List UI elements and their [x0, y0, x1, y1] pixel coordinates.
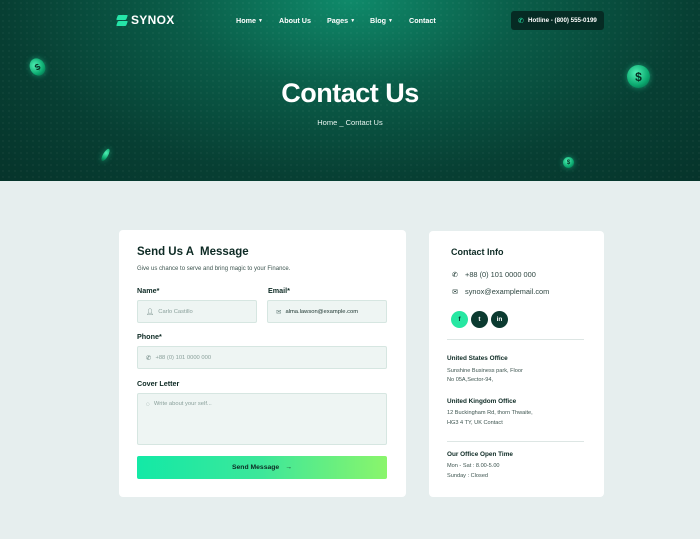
chevron-down-icon: ▼ [350, 18, 356, 24]
nav-item-contact[interactable]: Contact [409, 16, 436, 25]
phone-icon: ✆ [146, 354, 152, 362]
uk-office-line: 12 Buckingham Rd, thorn Thwaite, [447, 410, 533, 416]
name-placeholder: Carlo Castillo [158, 308, 193, 315]
email-label: Email* [268, 286, 290, 295]
cover-letter-textarea[interactable]: ◌ Write about your self... [137, 393, 387, 445]
coin-decoration: $ [563, 157, 574, 168]
phone-icon: ✆ [518, 17, 525, 25]
form-title: Send Us A Message [137, 246, 249, 258]
office-hours-title: Our Office Open Time [447, 451, 513, 458]
nav-label: About Us [279, 16, 311, 25]
send-label: Send Message [231, 464, 280, 471]
contact-info-card: Contact Info ✆ +88 (0) 101 0000 000 ✉ sy… [429, 231, 604, 497]
contact-info-title: Contact Info [451, 247, 504, 257]
linkedin-icon[interactable]: in [491, 311, 508, 328]
facebook-icon[interactable]: f [451, 311, 468, 328]
nav-item-blog[interactable]: Blog ▼ [370, 16, 393, 25]
contact-email-text: synox@examplemail.com [465, 287, 550, 296]
us-office-line: Sunshine Business park, Floor [447, 368, 523, 374]
phone-icon: ✆ [452, 271, 458, 279]
nav-label: Contact [409, 16, 436, 25]
contact-email[interactable]: ✉ synox@examplemail.com [451, 287, 549, 296]
hotline-button[interactable]: ✆ Hotline - (800) 555-0199 [511, 11, 604, 30]
chevron-down-icon: ▼ [387, 18, 393, 24]
coin-decoration [99, 147, 112, 163]
top-nav: SYNOX Home ▼ About Us Pages ▼ Blog ▼ Contac… [0, 0, 700, 40]
chevron-down-icon: ▼ [257, 18, 263, 24]
coin-decoration: $ [26, 55, 49, 79]
form-subtitle: Give us chance to serve and bring magic … [137, 266, 291, 272]
hero-banner: $ $ $ SYNOX Home ▼ About Us Pages ▼ Blog ▼ … [0, 0, 700, 181]
us-office-title: United States Office [447, 355, 508, 362]
phone-placeholder: +88 (0) 101 0000 000 [155, 354, 212, 361]
office-hours-line: Sunday : Closed [447, 473, 489, 479]
nav-label: Home [236, 16, 256, 25]
chat-icon: ◌ [146, 401, 150, 408]
nav-label: Blog [370, 16, 386, 25]
breadcrumb: Home _ Contact Us [317, 118, 383, 127]
contact-phone[interactable]: ✆ +88 (0) 101 0000 000 [451, 270, 536, 279]
mail-icon: ✉ [452, 288, 458, 296]
send-message-button[interactable]: Send Message → [137, 456, 387, 479]
phone-field[interactable]: ✆ +88 (0) 101 0000 000 [137, 346, 387, 369]
contact-phone-text: +88 (0) 101 0000 000 [465, 270, 536, 279]
nav-item-pages[interactable]: Pages ▼ [327, 16, 355, 25]
page-title: Contact Us [281, 78, 419, 108]
nav-label: Pages [327, 16, 349, 25]
email-field[interactable]: ✉ alma.lawson@example.com [267, 300, 387, 323]
hotline-label: Hotline - (800) 555-0199 [528, 17, 597, 24]
user-icon: 👤︎ [146, 308, 155, 316]
nav-item-home[interactable]: Home ▼ [236, 16, 263, 25]
mail-icon: ✉ [276, 308, 282, 316]
name-field[interactable]: 👤︎ Carlo Castillo [137, 300, 257, 323]
divider [447, 441, 584, 442]
us-office-line: No 05A,Sector-94, [447, 377, 494, 383]
uk-office-title: United Kingdom Office [447, 398, 517, 405]
email-value: alma.lawson@example.com [285, 308, 359, 315]
arrow-right-icon: → [285, 464, 293, 471]
message-form-card: Send Us A Message Give us chance to serv… [119, 230, 406, 497]
name-label: Name* [137, 286, 160, 295]
phone-label: Phone* [137, 332, 162, 341]
nav-item-about[interactable]: About Us [279, 16, 311, 25]
twitter-icon[interactable]: t [471, 311, 488, 328]
office-hours-line: Mon - Sat : 8.00-5.00 [447, 463, 500, 469]
cover-letter-label: Cover Letter [137, 379, 180, 388]
cover-letter-placeholder: Write about your self... [153, 401, 212, 407]
uk-office-line: HG3 4 TY, UK Contact [447, 420, 503, 426]
divider [447, 339, 584, 340]
